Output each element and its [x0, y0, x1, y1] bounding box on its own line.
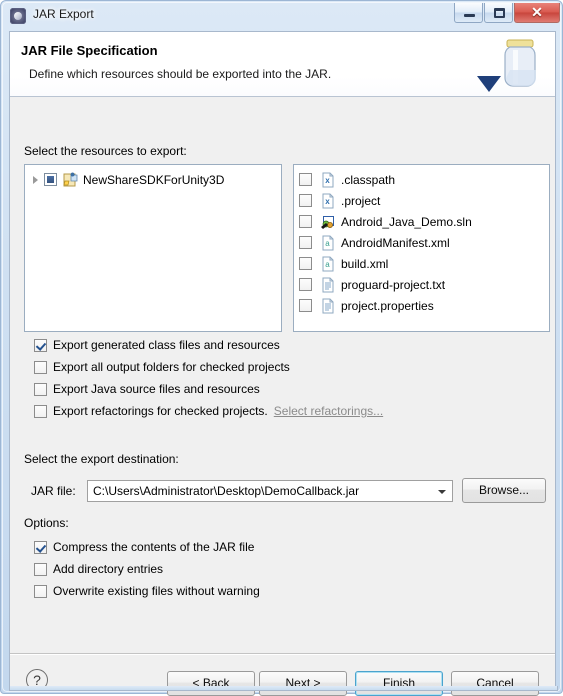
file-checkbox[interactable] — [299, 215, 312, 228]
svg-text:a: a — [325, 260, 330, 269]
list-item[interactable]: proguard-project.txt — [299, 275, 445, 294]
file-checkbox[interactable] — [299, 194, 312, 207]
footer-separator — [10, 653, 555, 655]
list-item[interactable]: x .classpath — [299, 170, 395, 189]
option-overwrite-existing-files[interactable]: Overwrite existing files without warning — [34, 582, 260, 600]
wizard-banner: JAR File Specification Define which reso… — [10, 32, 555, 97]
jar-file-combobox[interactable]: C:\Users\Administrator\Desktop\DemoCallb… — [87, 480, 453, 502]
list-item[interactable]: a AndroidManifest.xml — [299, 233, 450, 252]
option-label: Add directory entries — [53, 562, 164, 576]
option-export-refactorings[interactable]: Export refactorings for checked projects… — [34, 402, 383, 420]
window-controls: ✕ — [453, 3, 560, 25]
file-label: project.properties — [341, 298, 434, 313]
svg-text:a: a — [325, 239, 330, 248]
checkbox[interactable] — [34, 360, 47, 374]
tree-item-checkbox[interactable] — [44, 173, 57, 186]
resource-tree-panel[interactable]: NewShareSDKForUnity3D — [24, 164, 282, 332]
option-label: Compress the contents of the JAR file — [53, 540, 255, 554]
option-add-directory-entries[interactable]: Add directory entries — [34, 560, 163, 578]
file-checkbox[interactable] — [299, 278, 312, 291]
option-export-all-output-folders[interactable]: Export all output folders for checked pr… — [34, 358, 290, 376]
chevron-down-icon[interactable] — [433, 482, 451, 500]
svg-text:x: x — [325, 176, 330, 185]
resources-label: Select the resources to export: — [24, 144, 187, 158]
close-icon: ✕ — [531, 4, 543, 20]
checkbox[interactable] — [34, 540, 47, 554]
select-refactorings-link: Select refactorings... — [273, 404, 384, 418]
sln-file-icon — [320, 214, 336, 230]
minimize-icon — [464, 14, 475, 17]
option-label: Export Java source files and resources — [53, 382, 260, 396]
option-export-java-source-files[interactable]: Export Java source files and resources — [34, 380, 260, 398]
file-checkbox[interactable] — [299, 257, 312, 270]
dialog-client: JAR File Specification Define which reso… — [9, 31, 556, 696]
resource-file-panel[interactable]: x .classpath x .project Android_Java_Dem… — [293, 164, 550, 332]
minimize-button[interactable] — [454, 3, 483, 23]
option-compress-jar[interactable]: Compress the contents of the JAR file — [34, 538, 254, 556]
window-bottom-edge — [9, 686, 558, 691]
cancel-button[interactable]: Cancel — [451, 671, 539, 696]
page-title: JAR File Specification — [21, 43, 158, 58]
checkbox[interactable] — [34, 562, 47, 576]
text-file-icon — [320, 298, 336, 314]
file-label: proguard-project.txt — [341, 277, 446, 292]
tree-item-project[interactable]: NewShareSDKForUnity3D — [29, 170, 224, 189]
tree-item-label: NewShareSDKForUnity3D — [83, 172, 225, 187]
jar-file-value: C:\Users\Administrator\Desktop\DemoCallb… — [93, 484, 360, 498]
options-section-label: Options: — [24, 516, 69, 530]
finish-button[interactable]: Finish — [355, 671, 443, 696]
file-label: AndroidManifest.xml — [341, 235, 450, 250]
window-title: JAR Export — [33, 7, 94, 21]
xml-a-file-icon: a — [320, 235, 336, 251]
checkbox[interactable] — [34, 382, 47, 396]
file-checkbox[interactable] — [299, 173, 312, 186]
chevron-right-icon[interactable] — [29, 170, 44, 189]
checkbox[interactable] — [34, 338, 47, 352]
checkbox[interactable] — [34, 404, 47, 418]
checkbox[interactable] — [34, 584, 47, 598]
maximize-icon — [494, 8, 505, 18]
browse-button[interactable]: Browse... — [462, 478, 546, 503]
title-bar[interactable]: JAR Export ✕ — [1, 1, 563, 31]
file-label: .classpath — [341, 172, 396, 187]
option-label: Export all output folders for checked pr… — [53, 360, 290, 374]
list-item[interactable]: project.properties — [299, 296, 434, 315]
list-item[interactable]: a build.xml — [299, 254, 388, 273]
option-label: Overwrite existing files without warning — [53, 584, 260, 598]
xml-x-file-icon: x — [320, 172, 336, 188]
back-button[interactable]: < Back — [167, 671, 255, 696]
option-label: Export refactorings for checked projects… — [53, 404, 268, 418]
file-label: build.xml — [341, 256, 389, 271]
list-item[interactable]: Android_Java_Demo.sln — [299, 212, 472, 231]
svg-text:x: x — [325, 197, 330, 206]
window-frame: JAR Export ✕ JAR File Specification Defi… — [0, 0, 563, 696]
next-button[interactable]: Next > — [259, 671, 347, 696]
page-subtitle: Define which resources should be exporte… — [29, 67, 332, 81]
file-label: Android_Java_Demo.sln — [341, 214, 472, 229]
file-checkbox[interactable] — [299, 299, 312, 312]
jar-jar-icon — [477, 39, 536, 92]
eclipse-icon — [10, 8, 26, 24]
option-label: Export generated class files and resourc… — [53, 338, 280, 352]
maximize-button[interactable] — [484, 3, 513, 23]
xml-a-file-icon: a — [320, 256, 336, 272]
java-project-icon — [63, 172, 79, 188]
file-label: .project — [341, 193, 381, 208]
xml-x-file-icon: x — [320, 193, 336, 209]
close-button[interactable]: ✕ — [514, 3, 560, 23]
destination-section-label: Select the export destination: — [24, 452, 179, 466]
jar-file-label: JAR file: — [31, 484, 76, 498]
file-checkbox[interactable] — [299, 236, 312, 249]
list-item[interactable]: x .project — [299, 191, 380, 210]
text-file-icon — [320, 277, 336, 293]
option-export-generated-class-files[interactable]: Export generated class files and resourc… — [34, 336, 280, 354]
